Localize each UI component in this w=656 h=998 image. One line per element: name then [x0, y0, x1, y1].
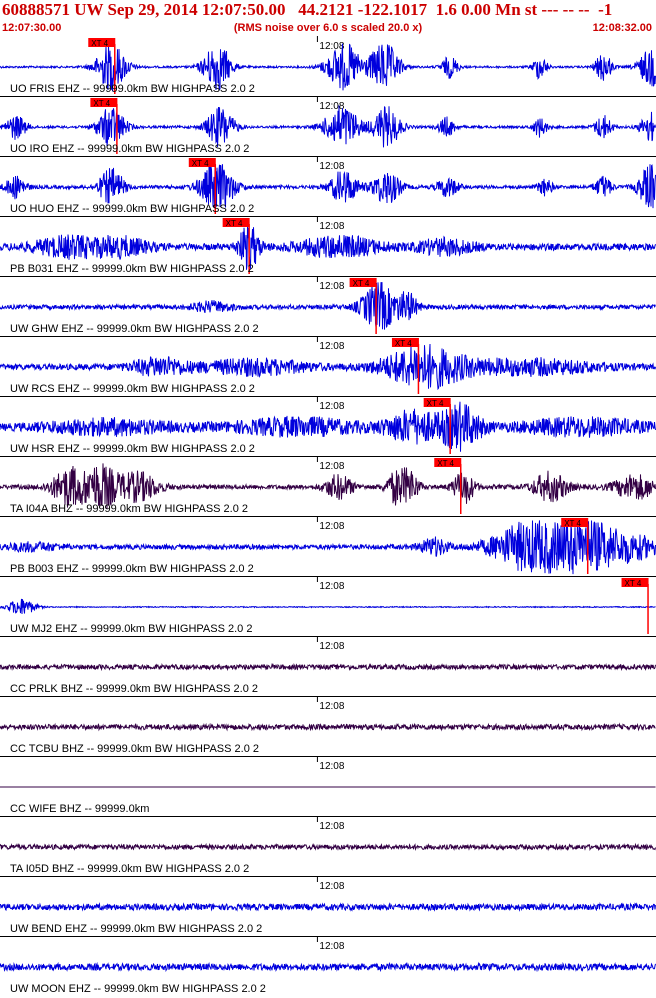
station-label: TA I05D BHZ -- 99999.0km BW HIGHPASS 2.0…	[10, 863, 249, 875]
minute-tick-label: 12:08	[319, 701, 344, 712]
pick-marker-label: XT 4	[625, 579, 642, 588]
station-label: UW RCS EHZ -- 99999.0km BW HIGHPASS 2.0 …	[10, 383, 255, 395]
waveform-trace	[0, 722, 656, 732]
pick-marker-label: XT 4	[437, 459, 454, 468]
trace-panel: 12:08 UW BEND EHZ -- 99999.0km BW HIGHPAS…	[0, 876, 656, 935]
minute-tick-label: 12:08	[319, 461, 344, 472]
station-label: UW BEND EHZ -- 99999.0km BW HIGHPASS 2.0…	[10, 923, 262, 935]
record-header: 60888571 UW Sep 29, 2014 12:07:50.00 44.…	[0, 0, 656, 36]
minute-tick-label: 12:08	[319, 941, 344, 952]
station-label: CC TCBU BHZ -- 99999.0km BW HIGHPASS 2.0…	[10, 743, 259, 755]
scaling-note: (RMS noise over 6.0 s scaled 20.0 x)	[233, 22, 423, 34]
minute-tick-label: 12:08	[319, 821, 344, 832]
station-label: UO IRO EHZ -- 99999.0km BW HIGHPASS 2.0 …	[10, 143, 249, 155]
pick-marker-label: XT 4	[192, 159, 209, 168]
trace-panel: 12:08 XT 4 UW HSR EHZ -- 99999.0km BW HIGH…	[0, 396, 656, 455]
station-label: UW GHW EHZ -- 99999.0km BW HIGHPASS 2.0 …	[10, 323, 259, 335]
pick-marker-label: XT 4	[353, 279, 370, 288]
trace-panel: 12:08 XT 4 UO HUO EHZ -- 99999.0km BW HIGH…	[0, 156, 656, 215]
trace-panel: 12:08 XT 4 PB B003 EHZ -- 99999.0km BW HIG…	[0, 516, 656, 575]
minute-tick-label: 12:08	[319, 401, 344, 412]
station-label: UO FRIS EHZ -- 99999.0km BW HIGHPASS 2.0…	[10, 83, 255, 95]
station-label: CC WIFE BHZ -- 99999.0km	[10, 803, 149, 815]
pick-marker-label: XT 4	[93, 99, 110, 108]
pick-marker-label: XT 4	[395, 339, 412, 348]
minute-tick-label: 12:08	[319, 41, 344, 52]
trace-panel: 12:08 XT 4 UO FRIS EHZ -- 99999.0km BW HIG…	[0, 36, 656, 95]
minute-tick-label: 12:08	[319, 761, 344, 772]
seismogram-plot: 12:08 XT 4 UO FRIS EHZ -- 99999.0km BW HIG…	[0, 36, 656, 995]
trace-panel: 12:08 XT 4 TA I04A BHZ -- 99999.0km BW HIG…	[0, 456, 656, 515]
station-label: PB B003 EHZ -- 99999.0km BW HIGHPASS 2.0…	[10, 563, 254, 575]
trace-panel: 12:08 CC TCBU BHZ -- 99999.0km BW HIGHPAS…	[0, 696, 656, 755]
trace-panel: 12:08 XT 4 UW RCS EHZ -- 99999.0km BW HIGH…	[0, 336, 656, 395]
waveform-trace	[0, 901, 656, 912]
station-label: UO HUO EHZ -- 99999.0km BW HIGHPASS 2.0 …	[10, 203, 254, 215]
minute-tick-label: 12:08	[319, 101, 344, 112]
waveform-trace	[0, 842, 656, 852]
trace-panel: 12:08 XT 4 UW GHW EHZ -- 99999.0km BW HIGH…	[0, 276, 656, 335]
waveform-trace	[0, 598, 656, 615]
trace-panel: 12:08 CC PRLK BHZ -- 99999.0km BW HIGHPAS…	[0, 636, 656, 695]
station-label: UW HSR EHZ -- 99999.0km BW HIGHPASS 2.0 …	[10, 443, 255, 455]
pick-marker-label: XT 4	[226, 219, 243, 228]
trace-panel: 12:08 XT 4 UO IRO EHZ -- 99999.0km BW HIGH…	[0, 96, 656, 155]
trace-panel: 12:08 XT 4 UW MJ2 EHZ -- 99999.0km BW HIGH…	[0, 576, 656, 635]
trace-panel: 12:08 CC WIFE BHZ -- 99999.0km	[0, 756, 656, 815]
pick-marker-label: XT 4	[91, 39, 108, 48]
trace-panel: 12:08 XT 4 PB B031 EHZ -- 99999.0km BW HIG…	[0, 216, 656, 275]
station-label: UW MJ2 EHZ -- 99999.0km BW HIGHPASS 2.0 …	[10, 623, 252, 635]
station-label: UW MOON EHZ -- 99999.0km BW HIGHPASS 2.0…	[10, 983, 266, 995]
minute-tick-label: 12:08	[319, 281, 344, 292]
trace-panel: 12:08 TA I05D BHZ -- 99999.0km BW HIGHPAS…	[0, 816, 656, 875]
station-label: PB B031 EHZ -- 99999.0km BW HIGHPASS 2.0…	[10, 263, 254, 275]
minute-tick-label: 12:08	[319, 341, 344, 352]
minute-tick-label: 12:08	[319, 581, 344, 592]
end-time-label: 12:08:32.00	[592, 22, 652, 34]
pick-marker-label: XT 4	[427, 399, 444, 408]
trace-panel: 12:08 UW MOON EHZ -- 99999.0km BW HIGHPAS…	[0, 936, 656, 995]
minute-tick-label: 12:08	[319, 521, 344, 532]
event-title: 60888571 UW Sep 29, 2014 12:07:50.00 44.…	[2, 0, 613, 19]
station-label: TA I04A BHZ -- 99999.0km BW HIGHPASS 2.0…	[10, 503, 248, 515]
minute-tick-label: 12:08	[319, 221, 344, 232]
station-label: CC PRLK BHZ -- 99999.0km BW HIGHPASS 2.0…	[10, 683, 258, 695]
pick-marker-label: XT 4	[564, 519, 581, 528]
minute-tick-label: 12:08	[319, 641, 344, 652]
waveform-trace	[0, 662, 656, 672]
minute-tick-label: 12:08	[319, 881, 344, 892]
waveform-trace	[0, 961, 656, 973]
minute-tick-label: 12:08	[319, 161, 344, 172]
